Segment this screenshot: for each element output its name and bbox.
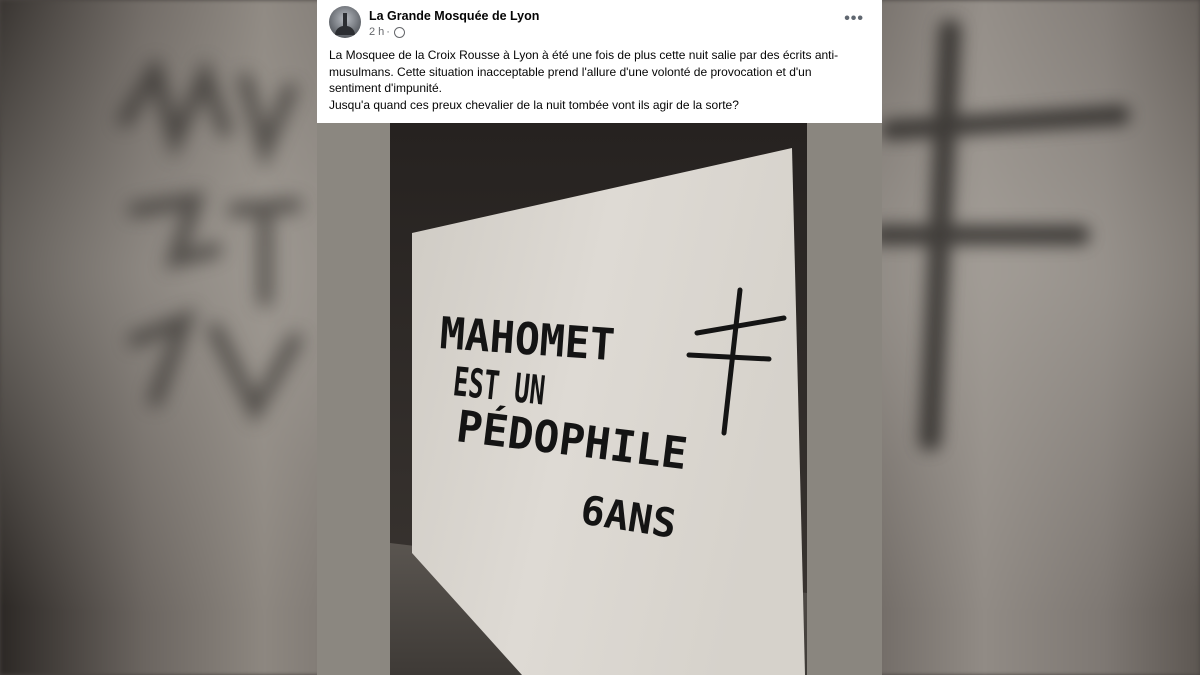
page-name-link[interactable]: La Grande Mosquée de Lyon — [369, 9, 539, 23]
post-time[interactable]: 2 h — [369, 26, 384, 38]
photo-pad-right — [807, 123, 882, 675]
meta-separator: · — [386, 26, 390, 38]
facebook-post-card: La Grande Mosquée de Lyon 2 h · ••• La M… — [317, 0, 882, 675]
post-photo[interactable]: MAHOMET EST UN PÉDOPHILE 6ANS — [317, 123, 882, 675]
more-options-icon[interactable]: ••• — [844, 10, 864, 28]
photo-pad-left — [317, 123, 390, 675]
photo-scene: MAHOMET EST UN PÉDOPHILE 6ANS — [317, 123, 882, 675]
post-meta: 2 h · — [369, 26, 405, 38]
post-paragraph-2: Jusqu'a quand ces preux chevalier de la … — [329, 97, 739, 112]
page-avatar[interactable] — [329, 6, 361, 38]
post-text: La Mosquee de la Croix Rousse à Lyon à é… — [329, 47, 864, 113]
blurred-cross-right — [870, 20, 1130, 451]
post-header: La Grande Mosquée de Lyon 2 h · ••• — [317, 0, 882, 44]
blurred-graffiti-left — [118, 60, 302, 425]
dome-shape — [335, 26, 355, 35]
globe-icon[interactable] — [393, 26, 405, 38]
post-paragraph-1: La Mosquee de la Croix Rousse à Lyon à é… — [329, 48, 839, 95]
